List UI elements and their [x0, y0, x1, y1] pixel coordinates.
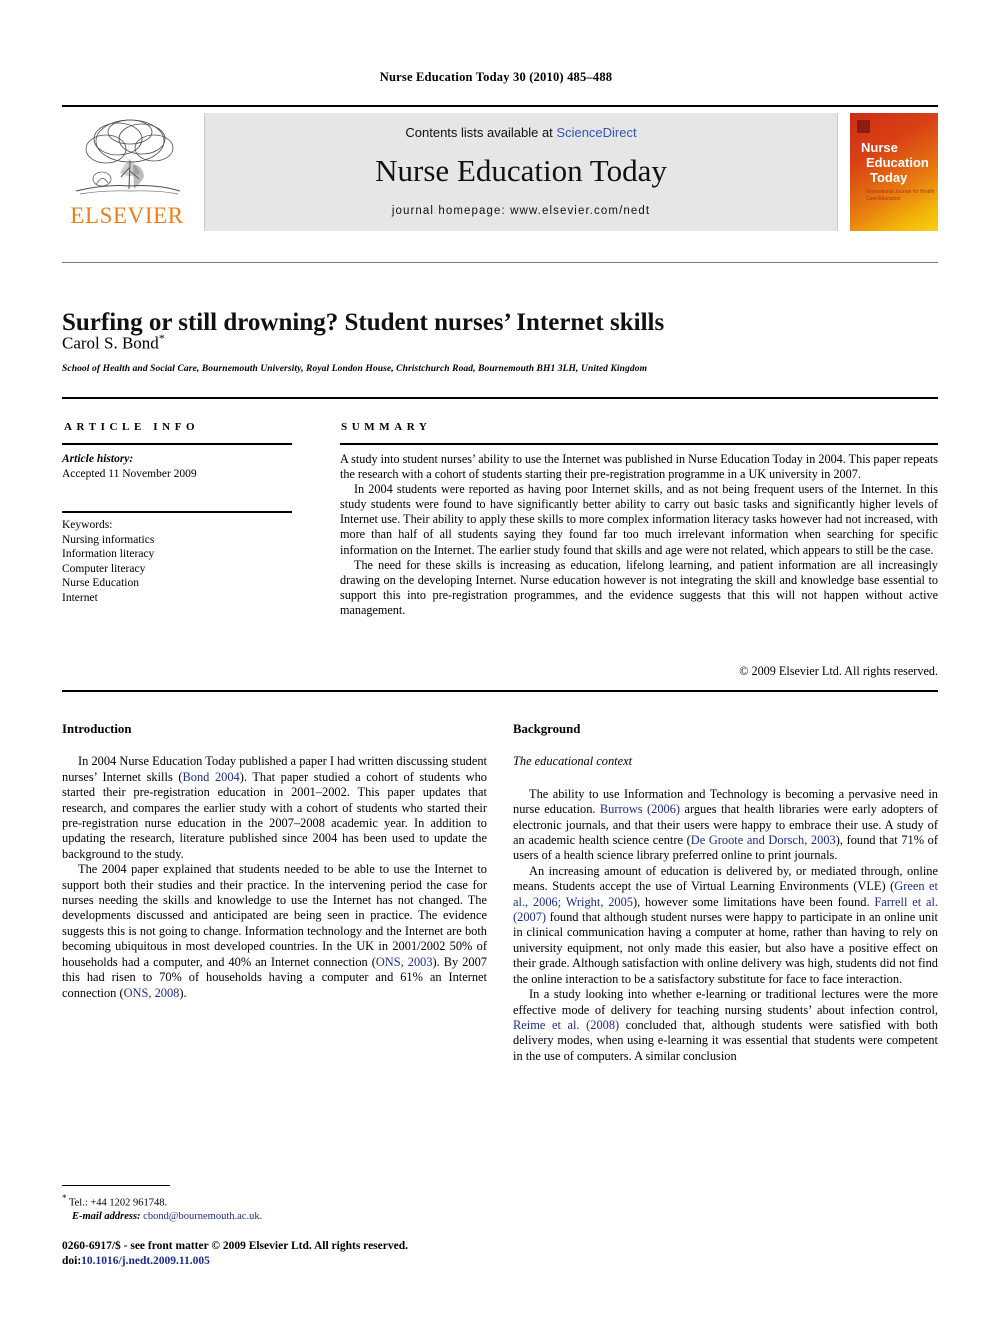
doi-line: doi:10.1016/j.nedt.2009.11.005 — [62, 1254, 622, 1269]
author-affiliation: School of Health and Social Care, Bourne… — [62, 364, 648, 374]
journal-title: Nurse Education Today — [375, 153, 667, 188]
footnote-email-label: E-mail address: — [72, 1211, 141, 1223]
article-history: Article history: Accepted 11 November 20… — [62, 452, 292, 481]
title-separator-rule — [62, 262, 938, 263]
contents-available-line: Contents lists available at ScienceDirec… — [205, 125, 837, 140]
text-run: ). — [179, 985, 187, 1000]
elsevier-logo: ELSEVIER — [62, 113, 192, 231]
citation-link[interactable]: De Groote and Dorsch, 2003 — [691, 833, 836, 847]
corresponding-author-footnote: * Tel.: +44 1202 961748. E-mail address:… — [62, 1192, 482, 1224]
body-column-left: Introduction In 2004 Nurse Education Tod… — [62, 722, 487, 1001]
citation-link[interactable]: Burrows (2006) — [600, 802, 680, 816]
body-paragraph: In 2004 Nurse Education Today published … — [62, 754, 487, 862]
text-run: The 2004 paper explained that students n… — [62, 862, 487, 969]
footnote-email-link[interactable]: cbond@bournemouth.ac.uk. — [143, 1211, 262, 1222]
article-info-label: ARTICLE INFO — [64, 421, 200, 433]
citation-link[interactable]: ONS, 2003 — [376, 955, 433, 969]
summary-paragraph: The need for these skills is increasing … — [340, 557, 938, 617]
text-run: found that although student nurses were … — [513, 910, 938, 986]
running-head: Nurse Education Today 30 (2010) 485–488 — [379, 70, 613, 84]
cover-title-line1: Nurse — [861, 140, 898, 155]
article-history-value: Accepted 11 November 2009 — [62, 467, 197, 480]
citation-link[interactable]: ONS, 2008 — [124, 986, 180, 1000]
citation-link[interactable]: Bond 2004 — [183, 770, 240, 784]
summary-copyright: © 2009 Elsevier Ltd. All rights reserved… — [739, 664, 938, 678]
summary-paragraph: A study into student nurses’ ability to … — [340, 452, 938, 482]
citation-link[interactable]: Reime et al. (2008) — [513, 1018, 619, 1032]
text-run: An increasing amount of education is del… — [513, 863, 938, 894]
keyword-item: Information literacy — [62, 548, 155, 560]
masthead-top-rule — [62, 105, 938, 107]
section-heading-background: Background — [513, 722, 581, 736]
author-label: Carol S. Bond — [62, 333, 159, 353]
page-footer: 0260-6917/$ - see front matter © 2009 El… — [62, 1239, 622, 1268]
elsevier-tree-icon — [72, 115, 184, 201]
issn-copyright-line: 0260-6917/$ - see front matter © 2009 El… — [62, 1240, 408, 1252]
summary-rule — [340, 443, 938, 445]
footnote-email-line: E-mail address: cbond@bournemouth.ac.uk. — [62, 1210, 482, 1224]
journal-cover-thumbnail: Nurse Education Today International Jour… — [850, 113, 938, 231]
summary-text: A study into student nurses’ ability to … — [340, 452, 938, 618]
body-paragraph: In a study looking into whether e-learni… — [513, 987, 938, 1064]
keywords-block: Keywords: Nursing informatics Informatio… — [62, 518, 292, 605]
footnote-rule — [62, 1185, 170, 1186]
keyword-item: Computer literacy — [62, 562, 146, 575]
keyword-item: Nursing informatics — [62, 533, 155, 546]
doi-link[interactable]: 10.1016/j.nedt.2009.11.005 — [81, 1255, 210, 1267]
info-top-rule — [62, 397, 938, 399]
cover-title-line2: Education — [866, 155, 929, 170]
footnote-tel: Tel.: +44 1202 961748. — [68, 1197, 168, 1209]
article-info-rule — [62, 443, 292, 445]
keywords-label: Keywords: — [62, 519, 113, 531]
info-bottom-rule — [62, 690, 938, 692]
article-title: Surfing or still drowning? Student nurse… — [62, 308, 665, 336]
author-name: Carol S. Bond* — [62, 331, 165, 354]
text-run: In a study looking into whether e-learni… — [513, 987, 938, 1017]
body-paragraph: An increasing amount of education is del… — [513, 864, 938, 987]
article-page: Nurse Education Today 30 (2010) 485–488 — [0, 0, 992, 1323]
cover-emblem-icon — [857, 120, 870, 133]
cover-title-line3: Today — [870, 170, 908, 185]
cover-subtitle: International Journal for Health Care Ed… — [866, 189, 935, 202]
sciencedirect-band: Contents lists available at ScienceDirec… — [204, 113, 838, 231]
cover-title: Nurse Education Today — [861, 140, 935, 185]
summary-paragraph: In 2004 students were reported as having… — [340, 482, 938, 557]
footnote-marker: * — [62, 1193, 67, 1203]
body-paragraph: The ability to use Information and Techn… — [513, 787, 938, 864]
article-history-label: Article history: — [62, 453, 134, 465]
journal-masthead: ELSEVIER Contents lists available at Sci… — [62, 105, 938, 232]
body-column-right: Background The educational context The a… — [513, 722, 938, 1064]
keyword-item: Nurse Education — [62, 577, 139, 589]
doi-label: doi: — [62, 1254, 82, 1267]
section-heading-introduction: Introduction — [62, 722, 132, 736]
corresponding-author-marker: * — [158, 331, 165, 345]
sciencedirect-link[interactable]: ScienceDirect — [556, 125, 636, 140]
text-run: ), however some limitations have been fo… — [633, 894, 875, 909]
keywords-rule — [62, 511, 292, 513]
journal-homepage[interactable]: journal homepage: www.elsevier.com/nedt — [205, 205, 837, 217]
elsevier-wordmark: ELSEVIER — [70, 203, 184, 228]
body-paragraph: The 2004 paper explained that students n… — [62, 862, 487, 1001]
subsection-heading-educational-context: The educational context — [513, 754, 633, 769]
keyword-item: Internet — [62, 591, 98, 604]
contents-prefix: Contents lists available at — [405, 125, 557, 140]
footnote-tel-line: * Tel.: +44 1202 961748. — [62, 1192, 482, 1210]
summary-label: SUMMARY — [341, 421, 432, 433]
